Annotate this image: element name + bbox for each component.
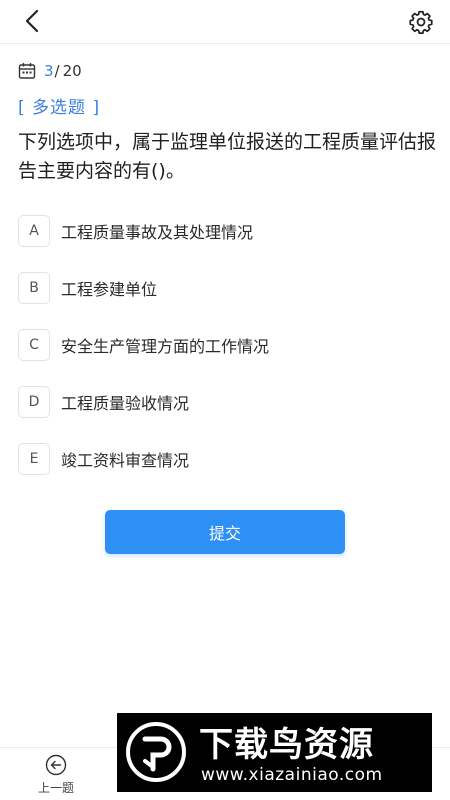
option-letter: E <box>18 443 50 475</box>
option-text: 竣工资料审查情况 <box>61 451 190 470</box>
option-text: 工程质量验收情况 <box>61 394 190 413</box>
watermark-banner: 下载鸟资源 www.xiazainiao.com <box>117 713 432 792</box>
progress-separator: / <box>54 62 60 80</box>
option-letter: A <box>18 215 50 247</box>
question-progress: 3 / 20 <box>18 61 82 81</box>
arrow-left-circle-icon <box>45 754 67 776</box>
question-text: 下列选项中，属于监理单位报送的工程质量评估报告主要内容的有()。 <box>18 131 437 182</box>
option-c[interactable]: C 安全生产管理方面的工作情况 <box>18 329 428 361</box>
option-letter: B <box>18 272 50 304</box>
option-a[interactable]: A 工程质量事故及其处理情况 <box>18 215 428 247</box>
bird-logo-icon <box>126 722 186 782</box>
progress-current: 3 <box>44 62 54 80</box>
prev-question-label: 上一题 <box>37 781 74 795</box>
calendar-icon <box>18 63 36 79</box>
option-letter: C <box>18 329 50 361</box>
option-text: 工程质量事故及其处理情况 <box>61 223 254 242</box>
watermark-url: www.xiazainiao.com <box>201 765 383 785</box>
question-type-label: [ 多选题 ] <box>18 98 101 118</box>
back-button[interactable] <box>20 8 46 34</box>
submit-button[interactable]: 提交 <box>105 510 345 554</box>
top-bar <box>0 0 450 44</box>
gear-icon <box>409 10 433 35</box>
watermark-title: 下载鸟资源 <box>199 725 374 765</box>
option-text: 工程参建单位 <box>61 280 158 299</box>
option-letter: D <box>18 386 50 418</box>
option-d[interactable]: D 工程质量验收情况 <box>18 386 428 418</box>
settings-button[interactable] <box>408 9 434 35</box>
option-b[interactable]: B 工程参建单位 <box>18 272 428 304</box>
prev-question-button[interactable]: 上一题 <box>16 754 96 796</box>
progress-total: 20 <box>62 62 82 80</box>
option-text: 安全生产管理方面的工作情况 <box>61 337 270 356</box>
option-e[interactable]: E 竣工资料审查情况 <box>18 443 428 475</box>
chevron-left-icon <box>25 9 39 33</box>
